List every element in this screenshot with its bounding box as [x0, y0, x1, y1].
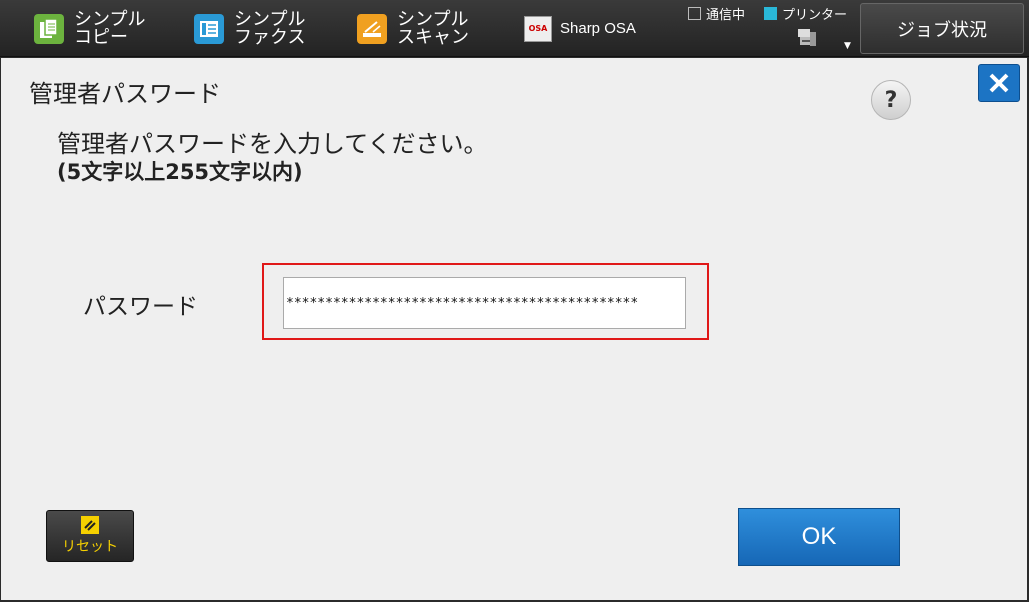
simple-copy-button[interactable]: シンプル コピー: [34, 0, 145, 57]
simple-fax-button[interactable]: シンプル ファクス: [194, 0, 305, 57]
sharp-osa-label: Sharp OSA: [560, 20, 636, 37]
comm-status-label: 通信中: [706, 8, 746, 23]
admin-password-dialog: 管理者パスワード ? 管理者パスワードを入力してください。 (5文字以上255文…: [1, 58, 1027, 600]
job-status-button[interactable]: ジョブ状況: [860, 3, 1024, 54]
password-label: パスワード: [83, 294, 198, 320]
printer-status-indicator: [764, 7, 777, 20]
close-button[interactable]: [978, 64, 1020, 102]
comm-status: 通信中: [688, 4, 745, 23]
reset-label: リセット: [62, 539, 118, 555]
page-title: 管理者パスワード: [29, 80, 221, 108]
help-button[interactable]: ?: [871, 80, 911, 120]
password-highlight-frame: ****************************************…: [262, 263, 709, 340]
sharp-osa-button[interactable]: OSA Sharp OSA: [524, 0, 636, 57]
status-area[interactable]: 通信中 プリンター ▼: [686, 4, 856, 54]
fax-icon: [194, 13, 224, 44]
comm-status-indicator: [688, 7, 701, 20]
simple-fax-label: シンプル ファクス: [234, 8, 306, 48]
simple-copy-label: シンプル コピー: [74, 8, 146, 48]
length-hint-text: (5文字以上255文字以内): [57, 160, 303, 184]
printer-status: プリンター: [764, 4, 847, 23]
simple-scan-label: シンプル スキャン: [397, 8, 469, 48]
printer-icon: [796, 26, 818, 48]
ok-button[interactable]: OK: [738, 508, 900, 566]
status-dropdown-icon[interactable]: ▼: [844, 41, 851, 51]
instruction-text: 管理者パスワードを入力してください。: [57, 130, 488, 158]
reset-button[interactable]: リセット: [46, 510, 134, 562]
close-icon: [989, 73, 1009, 93]
reset-icon: [81, 516, 99, 534]
copy-icon: [34, 13, 64, 44]
osa-icon: OSA: [524, 15, 552, 42]
top-bar: シンプル コピー シンプル ファクス シンプル スキャン OSA Sharp O…: [0, 0, 1029, 57]
printer-status-label: プリンター: [782, 8, 848, 23]
scan-icon: [357, 13, 387, 44]
simple-scan-button[interactable]: シンプル スキャン: [357, 0, 469, 57]
password-input[interactable]: ****************************************…: [283, 277, 686, 329]
